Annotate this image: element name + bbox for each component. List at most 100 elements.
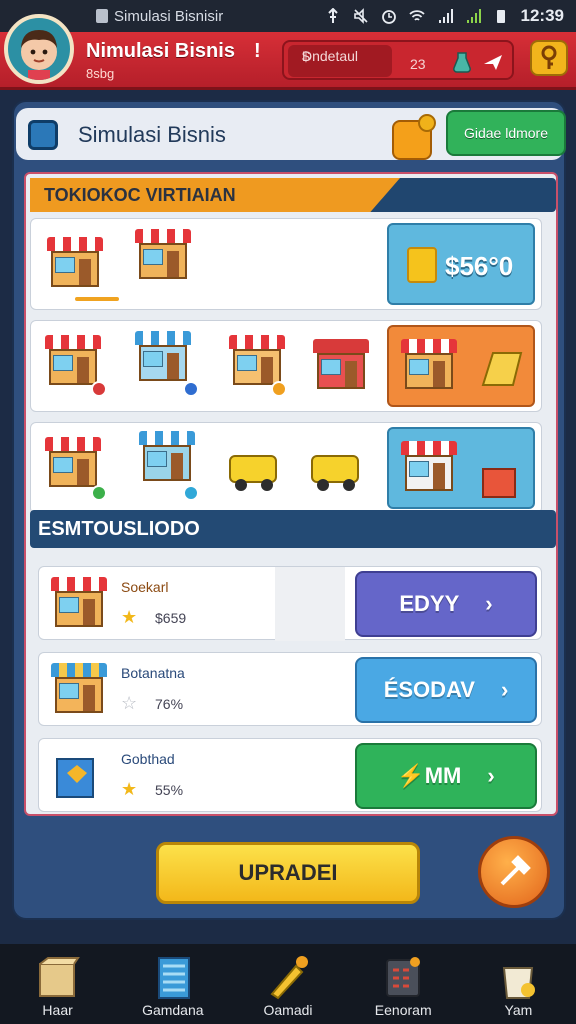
box-icon	[38, 957, 80, 997]
coin-icon	[407, 247, 437, 283]
nav-item-eenoram[interactable]: Eenoram	[346, 944, 461, 1024]
business-action-button[interactable]: ÉSODAV ›	[355, 657, 537, 723]
shop-icon[interactable]	[135, 331, 191, 383]
avatar-face-icon	[21, 30, 57, 80]
bottom-nav: Haar Gamdana Oamadi Eenoram Yam	[0, 944, 576, 1024]
business-action-button[interactable]: EDYY ›	[355, 571, 537, 637]
business-row-2[interactable]: Botanatna ☆ 76% ÉSODAV ›	[38, 652, 542, 726]
delivery-van-icon[interactable]	[229, 447, 281, 491]
shop-icon	[401, 339, 457, 391]
badge-green-icon	[91, 485, 107, 501]
store-row-1[interactable]: $56°0	[30, 218, 542, 310]
nav-item-haar[interactable]: Haar	[0, 944, 115, 1024]
star-filled-icon: ★	[121, 607, 138, 627]
gift-button[interactable]	[392, 114, 436, 160]
usb-icon	[327, 8, 338, 23]
pencil-icon	[270, 956, 308, 1000]
delivery-truck-icon[interactable]	[311, 447, 363, 491]
main-panel: Simulasi Bisnis Gidae ldmore TOKIOKOC VI…	[12, 100, 566, 920]
status-app: Simulasi Bisnisir	[96, 8, 223, 25]
header-subtitle: 8sbg	[86, 66, 115, 81]
badge-blue-icon	[183, 381, 199, 397]
price-panel[interactable]: $56°0	[387, 223, 535, 305]
signal-icon	[438, 9, 453, 23]
resource-bar[interactable]: Dndetaul $ 23	[282, 40, 514, 80]
business-value: $659	[155, 610, 187, 626]
business-name: Gobthad	[121, 751, 175, 767]
business-action-button[interactable]: ⚡MM ›	[355, 743, 537, 809]
business-value: 55%	[155, 782, 184, 798]
shop-icon[interactable]	[229, 335, 285, 387]
shop-icon[interactable]	[45, 335, 101, 387]
nav-label: Oamadi	[263, 1002, 313, 1018]
store-row-3[interactable]	[30, 422, 542, 514]
store-row-2[interactable]	[30, 320, 542, 412]
business-name: Soekarl	[121, 579, 169, 595]
business-action-label: ⚡MM	[397, 763, 462, 788]
shop-icon[interactable]	[135, 229, 191, 281]
section-bisnis-header: ESMTOUSLIODO	[30, 510, 556, 548]
section-toko-title: TOKIOKOC VIRTIAIAN	[44, 185, 236, 205]
app-logo-icon	[28, 120, 58, 150]
nav-label: Yam	[504, 1002, 533, 1018]
chevron-right-icon: ›	[485, 591, 493, 616]
badge-red-icon	[91, 381, 107, 397]
business-box-icon	[51, 749, 103, 801]
shop-icon[interactable]	[45, 437, 101, 489]
business-action-label: ÉSODAV	[383, 677, 475, 702]
resource-label-box: Dndetaul $	[288, 45, 392, 77]
header-alert: !	[254, 40, 261, 62]
business-shop-icon	[51, 577, 107, 629]
avatar[interactable]	[4, 14, 74, 84]
chevron-right-icon: ›	[500, 677, 509, 702]
shop-icon	[401, 441, 457, 493]
hammer-icon	[500, 855, 531, 886]
nav-item-gamdana[interactable]: Gamdana	[115, 944, 230, 1024]
shop-icon[interactable]	[47, 237, 103, 289]
mute-icon	[353, 8, 368, 24]
app-icon	[96, 9, 108, 23]
nav-item-yam[interactable]: Yam	[461, 944, 576, 1024]
promo-panel-orange[interactable]	[387, 325, 535, 407]
key-icon	[541, 45, 557, 69]
nav-label: Gamdana	[142, 1002, 204, 1018]
star-empty-icon: ☆	[121, 693, 138, 713]
selected-indicator	[75, 297, 119, 301]
guide-button[interactable]: Gidae ldmore	[446, 110, 566, 156]
business-stall-icon	[51, 663, 107, 715]
wifi-icon	[408, 10, 425, 21]
hammer-action-button[interactable]	[478, 836, 550, 908]
shop-icon[interactable]	[139, 431, 195, 483]
signal-icon-2	[466, 9, 481, 23]
section-toko-header: TOKIOKOC VIRTIAIAN	[30, 178, 556, 212]
status-bar: Simulasi Bisnisir 12:39	[0, 0, 576, 32]
status-app-name: Simulasi Bisnisir	[114, 7, 224, 25]
building-icon	[157, 957, 190, 999]
row-spacer	[275, 567, 345, 641]
app-header: Nimulasi Bisnis 8sbg ! Dndetaul $ 23	[0, 14, 576, 90]
resource-label: Dndetaul	[302, 48, 359, 64]
business-value: 76%	[155, 696, 184, 712]
badge-cyan-icon	[183, 485, 199, 501]
nav-label: Haar	[42, 1002, 73, 1018]
upgrade-button[interactable]: UPRADEI	[156, 842, 420, 904]
title-bar: Simulasi Bisnis Gidae ldmore	[16, 108, 566, 160]
page-title: Simulasi Bisnis	[78, 122, 226, 147]
star-filled-icon: ★	[121, 779, 138, 799]
bag-icon	[503, 967, 536, 999]
crate-icon	[482, 468, 516, 498]
business-row-3[interactable]: Gobthad ★ 55% ⚡MM ›	[38, 738, 542, 812]
chevron-right-icon: ›	[487, 763, 495, 788]
ticket-icon	[481, 352, 523, 386]
alarm-icon	[381, 10, 396, 24]
key-button[interactable]	[530, 40, 568, 76]
nav-label: Eenoram	[374, 1002, 432, 1018]
shop-icon[interactable]	[313, 339, 369, 391]
resource-small: $	[302, 48, 310, 64]
nav-item-oamadi[interactable]: Oamadi	[230, 944, 345, 1024]
calculator-icon	[386, 957, 421, 997]
business-row-1[interactable]: Soekarl ★ $659 EDYY ›	[38, 566, 542, 641]
business-name: Botanatna	[121, 665, 185, 681]
promo-panel-blue[interactable]	[387, 427, 535, 509]
battery-icon	[496, 10, 505, 23]
